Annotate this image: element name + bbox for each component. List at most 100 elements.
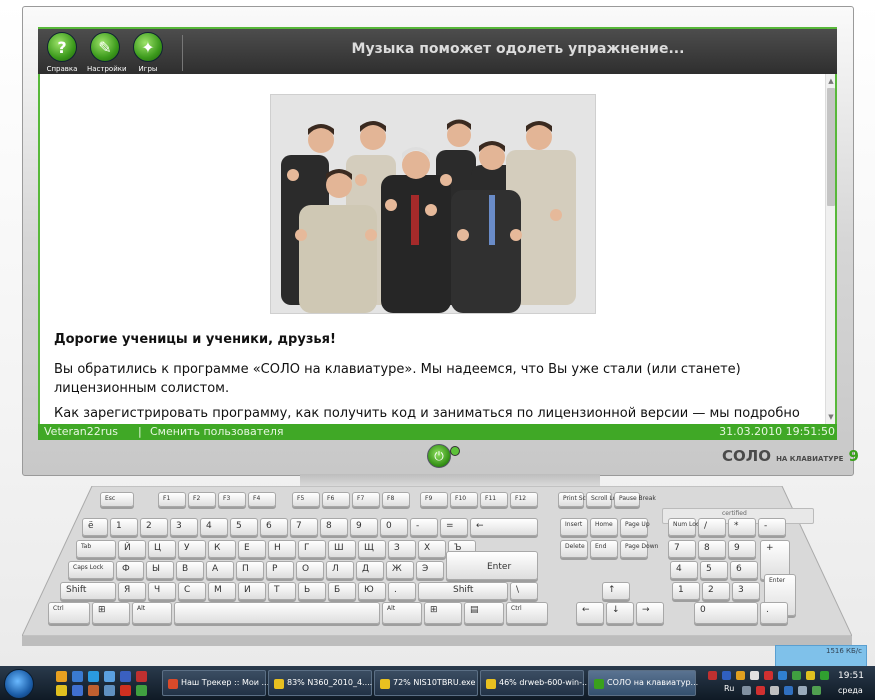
key-left-shift[interactable]: Shift [60,582,116,600]
key-y[interactable]: Ы [146,561,174,579]
key-tab[interactable]: Tab [76,540,116,558]
key-f10[interactable]: F10 [450,492,478,507]
key-2[interactable]: 2 [140,518,168,536]
volume-icon[interactable] [798,686,807,695]
key-arrow-left[interactable]: ← [576,602,604,624]
key-backspace[interactable]: ← [470,518,538,536]
key-t[interactable]: Т [268,582,296,600]
tray-icon-3[interactable] [736,671,745,680]
key-7[interactable]: 7 [290,518,318,536]
key-delete[interactable]: Delete [560,540,588,558]
quicklaunch-6-icon[interactable] [136,671,147,682]
key-num-multiply[interactable]: * [728,518,756,536]
key-left-win[interactable]: ⊞ [92,602,130,624]
tray-icon-13[interactable] [812,686,821,695]
key-ch[interactable]: Ч [148,582,176,600]
key-sh[interactable]: Ш [328,540,356,558]
scroll-up-arrow-icon[interactable]: ▲ [826,76,835,86]
language-indicator[interactable]: Ru [724,684,734,693]
key-num-3[interactable]: 3 [732,582,760,600]
key-e-reverse[interactable]: Э [416,561,444,579]
key-soft-sign[interactable]: Ь [298,582,326,600]
quicklaunch-3-icon[interactable] [88,671,99,682]
key-i[interactable]: И [238,582,266,600]
key-yo[interactable]: ё [82,518,108,536]
quicklaunch-9-icon[interactable] [88,685,99,696]
key-left-alt[interactable]: Alt [132,602,172,624]
clock-time[interactable]: 19:51 [838,671,864,681]
quicklaunch-2-icon[interactable] [72,671,83,682]
games-button[interactable]: ✦ Игры [130,32,166,73]
key-minus[interactable]: - [410,518,438,536]
taskbar-task-tracker[interactable]: Наш Трекер :: Мои ... [162,670,269,696]
key-4[interactable]: 4 [200,518,228,536]
key-f3[interactable]: F3 [218,492,246,507]
key-arrow-down[interactable]: ↓ [606,602,634,624]
key-arrow-up[interactable]: ↑ [602,582,630,600]
key-1[interactable]: 1 [110,518,138,536]
key-print-screen[interactable]: Print Scrn [558,492,592,507]
quicklaunch-7-icon[interactable] [56,685,67,696]
settings-button[interactable]: ✎ Настройки [87,32,127,73]
key-0[interactable]: 0 [380,518,408,536]
key-num-0[interactable]: 0 [694,602,758,624]
key-8[interactable]: 8 [320,518,348,536]
tray-icon-7[interactable] [792,671,801,680]
tray-icon-12[interactable] [770,686,779,695]
key-f1[interactable]: F1 [158,492,186,507]
key-u[interactable]: У [178,540,206,558]
quicklaunch-8-icon[interactable] [72,685,83,696]
scroll-thumb[interactable] [827,88,835,206]
tray-icon-11[interactable] [756,686,765,695]
key-n[interactable]: Н [268,540,296,558]
key-6[interactable]: 6 [260,518,288,536]
key-page-down[interactable]: Page Down [620,540,658,558]
key-num-1[interactable]: 1 [672,582,700,600]
key-num-5[interactable]: 5 [700,561,728,579]
key-num-8[interactable]: 8 [698,540,726,558]
key-b[interactable]: Б [328,582,356,600]
key-m[interactable]: М [208,582,236,600]
start-button[interactable] [4,669,34,699]
key-s[interactable]: С [178,582,206,600]
key-j-short[interactable]: Й [118,540,146,558]
key-v[interactable]: В [176,561,204,579]
key-num-minus[interactable]: - [758,518,786,536]
switch-user-link[interactable]: Сменить пользователя [150,425,284,438]
key-space[interactable] [174,602,380,624]
quicklaunch-5-icon[interactable] [120,671,131,682]
key-num-lock[interactable]: Num Lock [668,518,703,536]
quicklaunch-10-icon[interactable] [104,685,115,696]
key-o[interactable]: О [296,561,324,579]
help-button[interactable]: ? Справка [44,32,80,73]
key-insert[interactable]: Insert [560,518,588,536]
power-button[interactable]: ⏻ [427,444,451,468]
taskbar-task-download-3[interactable]: 46% drweb-600-win-... [480,670,590,696]
key-equals[interactable]: = [440,518,468,536]
key-kh[interactable]: Х [418,540,446,558]
key-f9[interactable]: F9 [420,492,448,507]
key-p[interactable]: П [236,561,264,579]
key-g[interactable]: Г [298,540,326,558]
quicklaunch-4-icon[interactable] [104,671,115,682]
key-pause[interactable]: Pause Break [614,492,656,507]
key-num-decimal[interactable]: . [760,602,788,624]
clock-day[interactable]: среда [838,686,863,695]
key-right-alt[interactable]: Alt [382,602,422,624]
key-enter[interactable]: Enter [446,551,538,580]
key-3[interactable]: 3 [170,518,198,536]
key-z[interactable]: З [388,540,416,558]
tray-icon-5[interactable] [764,671,773,680]
key-right-ctrl[interactable]: Ctrl [506,602,548,624]
key-yu[interactable]: Ю [358,582,386,600]
key-f6[interactable]: F6 [322,492,350,507]
key-f4[interactable]: F4 [248,492,276,507]
vertical-scrollbar[interactable]: ▲ ▼ [825,74,835,424]
tray-icon-2[interactable] [722,671,731,680]
tray-icon-10[interactable] [742,686,751,695]
tray-icon-8[interactable] [806,671,815,680]
key-f7[interactable]: F7 [352,492,380,507]
key-scroll-lock[interactable]: Scroll Lock [586,492,623,507]
key-9[interactable]: 9 [350,518,378,536]
key-menu[interactable]: ▤ [464,602,504,624]
